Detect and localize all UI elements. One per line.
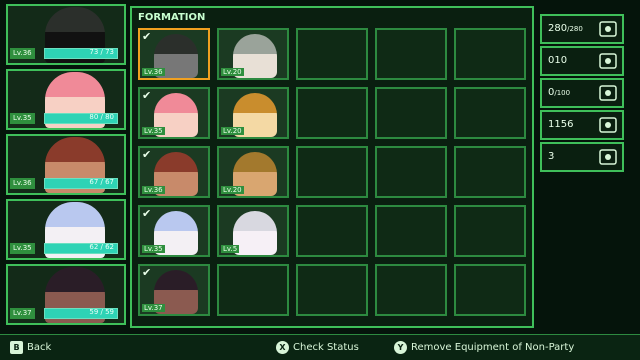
bottom-hint-bar: B Back X Check Status Y Remove Equipment… xyxy=(0,334,640,360)
stat-box: 0/100 xyxy=(540,78,624,108)
formation-slot-empty[interactable] xyxy=(375,87,447,139)
formation-slot-occupied[interactable]: Lv.20 xyxy=(217,87,289,139)
stat-value: 0/100 xyxy=(548,87,571,98)
formation-slot-occupied[interactable]: Lv.36 ✔ xyxy=(138,28,210,80)
hp-text: 59 / 59 xyxy=(89,308,114,316)
hp-bar: 73 / 73 xyxy=(44,48,118,59)
formation-slot-empty[interactable] xyxy=(454,28,526,80)
hp-text: 67 / 67 xyxy=(89,178,114,186)
formation-slot-empty[interactable] xyxy=(454,264,526,316)
formation-slot-empty[interactable] xyxy=(454,87,526,139)
slot-level-badge: Lv.5 xyxy=(221,245,240,253)
level-badge: Lv.37 xyxy=(10,308,35,319)
hp-bar: 80 / 80 xyxy=(44,113,118,124)
stat-value: 010 xyxy=(548,55,568,66)
formation-slot-occupied[interactable]: Lv.5 xyxy=(217,205,289,257)
checkmark-icon: ✔ xyxy=(142,30,152,43)
formation-slot-empty[interactable] xyxy=(296,28,368,80)
checkmark-icon: ✔ xyxy=(142,207,152,220)
formation-slot-empty[interactable] xyxy=(454,146,526,198)
slot-level-badge: Lv.20 xyxy=(221,127,244,135)
formation-slot-empty[interactable] xyxy=(375,205,447,257)
formation-slot-empty[interactable] xyxy=(296,146,368,198)
formation-slot-occupied[interactable]: Lv.20 xyxy=(217,28,289,80)
slot-level-badge: Lv.36 xyxy=(142,68,165,76)
stat-value: 280/280 xyxy=(548,23,583,34)
back-button[interactable]: B Back xyxy=(10,341,51,354)
formation-slot-empty[interactable] xyxy=(217,264,289,316)
formation-slot-occupied[interactable]: Lv.37 ✔ xyxy=(138,264,210,316)
formation-panel: FORMATION Lv.36 ✔ Lv.20 Lv.35 ✔ Lv.20 Lv.36 ✔ Lv… xyxy=(130,6,534,328)
hp-bar: 62 / 62 xyxy=(44,243,118,254)
party-member-card[interactable]: Lv.36 73 / 73 xyxy=(6,4,126,65)
party-member-card[interactable]: Lv.36 67 / 67 xyxy=(6,134,126,195)
formation-title: FORMATION xyxy=(138,12,206,23)
slot-portrait xyxy=(233,211,277,255)
y-button-icon: Y xyxy=(394,341,407,354)
stat-max: /280 xyxy=(567,25,583,33)
stat-value: 1156 xyxy=(548,119,574,130)
party-member-card[interactable]: Lv.35 80 / 80 xyxy=(6,69,126,130)
checkmark-icon: ✔ xyxy=(142,89,152,102)
b-button-icon: B xyxy=(10,341,23,354)
stat-value: 3 xyxy=(548,151,555,162)
hp-text: 73 / 73 xyxy=(89,48,114,56)
x-button-icon: X xyxy=(276,341,289,354)
fish-icon xyxy=(598,84,618,102)
key-icon xyxy=(598,148,618,166)
hp-text: 62 / 62 xyxy=(89,243,114,251)
formation-slot-occupied[interactable]: Lv.35 ✔ xyxy=(138,87,210,139)
stat-box: 3 xyxy=(540,142,624,172)
slot-level-badge: Lv.37 xyxy=(142,304,165,312)
remove-equipment-button[interactable]: Y Remove Equipment of Non-Party xyxy=(394,341,574,354)
party-member-card[interactable]: Lv.35 62 / 62 xyxy=(6,199,126,260)
gear-icon xyxy=(598,116,618,134)
check-status-label: Check Status xyxy=(293,342,359,353)
formation-slot-occupied[interactable]: Lv.20 xyxy=(217,146,289,198)
formation-slot-occupied[interactable]: Lv.35 ✔ xyxy=(138,205,210,257)
formation-slot-occupied[interactable]: Lv.36 ✔ xyxy=(138,146,210,198)
level-badge: Lv.36 xyxy=(10,48,35,59)
hp-bar: 67 / 67 xyxy=(44,178,118,189)
calendar-icon xyxy=(598,52,618,70)
remove-equipment-label: Remove Equipment of Non-Party xyxy=(411,342,575,353)
formation-slot-empty[interactable] xyxy=(296,87,368,139)
party-member-card[interactable]: Lv.37 59 / 59 xyxy=(6,264,126,325)
formation-slot-empty[interactable] xyxy=(296,205,368,257)
formation-slot-empty[interactable] xyxy=(375,146,447,198)
formation-slot-empty[interactable] xyxy=(375,28,447,80)
hp-bar: 59 / 59 xyxy=(44,308,118,319)
sparkle-card-icon xyxy=(598,20,618,38)
level-badge: Lv.35 xyxy=(10,113,35,124)
stat-max: /100 xyxy=(554,89,571,97)
checkmark-icon: ✔ xyxy=(142,148,152,161)
stat-box: 280/280 xyxy=(540,14,624,44)
formation-slot-empty[interactable] xyxy=(296,264,368,316)
slot-level-badge: Lv.20 xyxy=(221,186,244,194)
formation-slot-empty[interactable] xyxy=(454,205,526,257)
slot-level-badge: Lv.20 xyxy=(221,68,244,76)
level-badge: Lv.35 xyxy=(10,243,35,254)
party-list: Lv.36 73 / 73 Lv.35 80 / 80 Lv.36 67 / 67 Lv.3… xyxy=(6,4,126,332)
stat-box: 1156 xyxy=(540,110,624,140)
slot-level-badge: Lv.35 xyxy=(142,127,165,135)
slot-level-badge: Lv.35 xyxy=(142,245,165,253)
level-badge: Lv.36 xyxy=(10,178,35,189)
back-label: Back xyxy=(27,342,52,353)
stat-box: 010 xyxy=(540,46,624,76)
checkmark-icon: ✔ xyxy=(142,266,152,279)
slot-level-badge: Lv.36 xyxy=(142,186,165,194)
check-status-button[interactable]: X Check Status xyxy=(276,341,359,354)
hp-text: 80 / 80 xyxy=(89,113,114,121)
formation-slot-empty[interactable] xyxy=(375,264,447,316)
